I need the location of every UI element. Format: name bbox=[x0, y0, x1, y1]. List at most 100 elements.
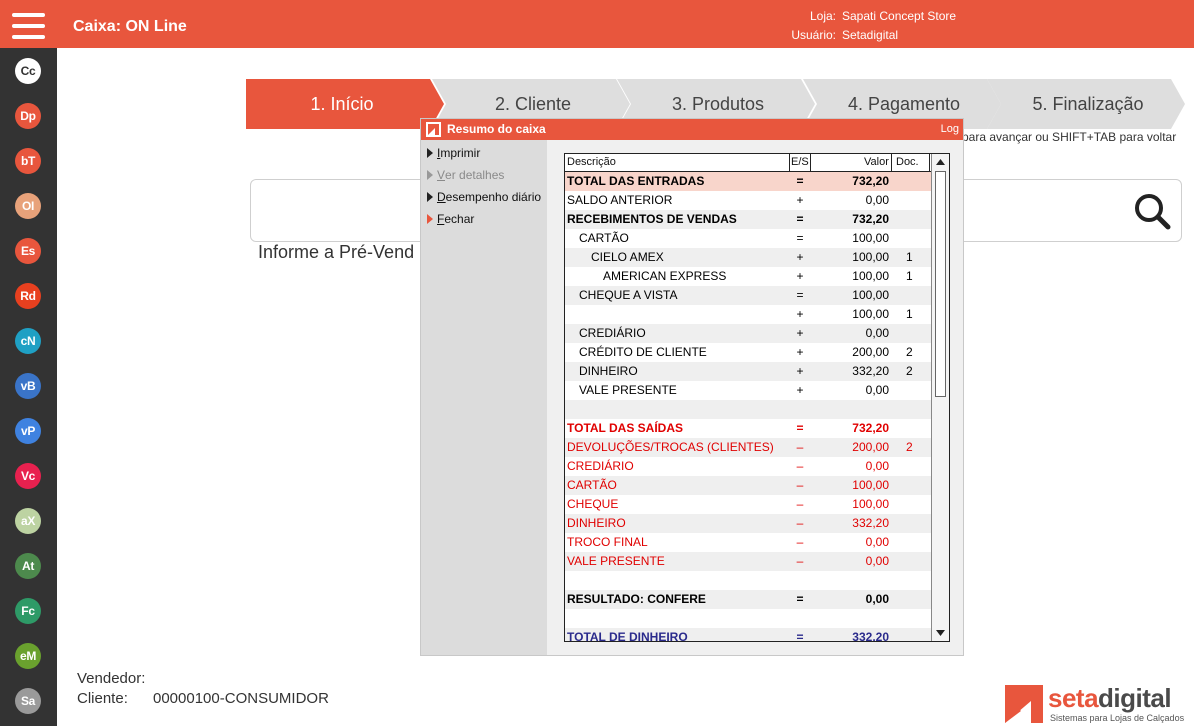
table-row[interactable]: AMERICAN EXPRESS +100,00 1 bbox=[565, 267, 931, 286]
cell-es: + bbox=[796, 193, 804, 207]
step-1[interactable]: 1. Início bbox=[246, 79, 444, 129]
step-label: 5. Finalização bbox=[1032, 93, 1144, 114]
col-es[interactable]: E/S bbox=[791, 156, 809, 168]
cell-descricao: DINHEIRO bbox=[567, 516, 626, 530]
resumo-grid[interactable]: Descrição E/S Valor Doc. TOTAL DAS ENTRA… bbox=[564, 153, 950, 642]
sidebar-button-ax[interactable]: aX bbox=[15, 508, 41, 534]
table-row[interactable]: CARTÃO = 100,00 bbox=[565, 229, 931, 248]
fechar-menu-item[interactable]: Fechar bbox=[427, 212, 474, 226]
cell-valor: 732,20 bbox=[852, 421, 889, 435]
table-row[interactable]: RECEBIMENTOS DE VENDAS = 732,20 bbox=[565, 210, 931, 229]
log-button[interactable]: Log bbox=[941, 123, 959, 135]
table-row[interactable]: TOTAL DAS SAÍDAS = 732,20 bbox=[565, 419, 931, 438]
table-row[interactable]: DEVOLUÇÕES/TROCAS (CLIENTES) – 200,00 2 bbox=[565, 438, 931, 457]
table-row[interactable] bbox=[565, 400, 931, 419]
table-row[interactable]: CARTÃO – 100,00 bbox=[565, 476, 931, 495]
step-label: 1. Início bbox=[310, 93, 374, 114]
scroll-down-icon[interactable] bbox=[932, 625, 949, 641]
col-doc[interactable]: Doc. bbox=[896, 156, 919, 168]
cell-descricao: TROCO FINAL bbox=[567, 535, 648, 549]
cell-es: + bbox=[796, 307, 804, 321]
cell-descricao: RESULTADO: CONFERE bbox=[567, 592, 706, 606]
cell-descricao: TOTAL DAS SAÍDAS bbox=[567, 421, 684, 435]
user-value: Setadigital bbox=[842, 28, 899, 42]
sidebar-button-es[interactable]: Es bbox=[15, 238, 41, 264]
sidebar-button-sa[interactable]: Sa bbox=[15, 688, 41, 714]
sidebar: Cc Dp bT OI Es Rd cN vB vP Vc aX At Fc eM Sa bbox=[0, 48, 57, 726]
sidebar-button-vp[interactable]: vP bbox=[15, 418, 41, 444]
cell-valor: 332,20 bbox=[852, 364, 889, 378]
scroll-thumb[interactable] bbox=[935, 171, 946, 397]
table-row[interactable]: CIELO AMEX +100,00 1 bbox=[565, 248, 931, 267]
cell-descricao: CARTÃO bbox=[579, 231, 629, 245]
sidebar-button-bt[interactable]: bT bbox=[15, 148, 41, 174]
cell-es: – bbox=[796, 440, 804, 454]
table-row[interactable]: VALE PRESENTE – 0,00 bbox=[565, 552, 931, 571]
sidebar-button-dp[interactable]: Dp bbox=[15, 103, 41, 129]
cell-es: = bbox=[796, 421, 804, 435]
table-row[interactable]: CHEQUE – 100,00 bbox=[565, 495, 931, 514]
step-5[interactable]: 5. Finalização bbox=[987, 79, 1185, 129]
cell-es: – bbox=[796, 497, 804, 511]
table-row[interactable] bbox=[565, 571, 931, 590]
cell-descricao: CHEQUE bbox=[567, 497, 619, 511]
logo-mark-icon bbox=[1005, 685, 1043, 723]
imprimir-menu-item[interactable]: Imprimir bbox=[427, 146, 480, 160]
cell-es: + bbox=[796, 250, 804, 264]
cell-valor: 100,00 bbox=[852, 478, 889, 492]
sidebar-button-vc[interactable]: Vc bbox=[15, 463, 41, 489]
table-row[interactable]: SALDO ANTERIOR +0,00 bbox=[565, 191, 931, 210]
dialog-title-bar[interactable]: Resumo do caixa Log bbox=[421, 119, 963, 140]
sidebar-button-fc[interactable]: Fc bbox=[15, 598, 41, 624]
cell-es: + bbox=[796, 383, 804, 397]
cell-es: = bbox=[796, 212, 804, 226]
cell-descricao: CARTÃO bbox=[567, 478, 617, 492]
table-row[interactable]: TOTAL DE DINHEIRO = 332,20 bbox=[565, 628, 931, 641]
menu-icon[interactable] bbox=[12, 13, 45, 39]
vendedor-label: Vendedor: bbox=[77, 670, 146, 687]
sidebar-button-oi[interactable]: OI bbox=[15, 193, 41, 219]
table-row[interactable]: CRÉDITO DE CLIENTE +200,00 2 bbox=[565, 343, 931, 362]
cell-valor: 100,00 bbox=[852, 231, 889, 245]
sidebar-button-cn[interactable]: cN bbox=[15, 328, 41, 354]
table-row[interactable]: +100,00 1 bbox=[565, 305, 931, 324]
desempenho-diario-menu-item[interactable]: Desempenho diário bbox=[427, 190, 541, 204]
col-descricao[interactable]: Descrição bbox=[567, 156, 616, 168]
table-row[interactable]: CHEQUE A VISTA = 100,00 bbox=[565, 286, 931, 305]
search-icon[interactable] bbox=[1133, 192, 1171, 230]
table-row[interactable]: CREDIÁRIO +0,00 bbox=[565, 324, 931, 343]
table-row[interactable]: CREDIÁRIO – 0,00 bbox=[565, 457, 931, 476]
scroll-up-icon[interactable] bbox=[932, 154, 949, 170]
step-label: 2. Cliente bbox=[494, 93, 572, 114]
logo-text: setadigital bbox=[1048, 683, 1172, 713]
ver-detalhes-menu-item[interactable]: Ver detalhes bbox=[427, 168, 504, 182]
sidebar-button-cc[interactable]: Cc bbox=[15, 58, 41, 84]
grid-scrollbar[interactable] bbox=[931, 154, 949, 641]
table-row[interactable]: TOTAL DAS ENTRADAS = 732,20 bbox=[565, 172, 931, 191]
table-row[interactable] bbox=[565, 609, 931, 628]
cell-valor: 732,20 bbox=[852, 174, 889, 188]
resumo-caixa-dialog: Resumo do caixa Log Imprimir Ver detalhe… bbox=[421, 119, 963, 655]
store-info: Loja: Sapati Concept Store Usuário: Setadi… bbox=[784, 7, 1150, 45]
cell-valor: 100,00 bbox=[852, 307, 889, 321]
store-value: Sapati Concept Store bbox=[842, 9, 957, 23]
table-row[interactable]: DINHEIRO – 332,20 bbox=[565, 514, 931, 533]
cell-doc: 1 bbox=[906, 269, 913, 283]
cell-es: + bbox=[796, 269, 804, 283]
sidebar-button-vb[interactable]: vB bbox=[15, 373, 41, 399]
sidebar-button-rd[interactable]: Rd bbox=[15, 283, 41, 309]
col-valor[interactable]: Valor bbox=[864, 156, 889, 168]
table-row[interactable]: TROCO FINAL – 0,00 bbox=[565, 533, 931, 552]
sidebar-button-at[interactable]: At bbox=[15, 553, 41, 579]
cell-es: – bbox=[796, 478, 804, 492]
arrow-right-icon bbox=[427, 170, 433, 180]
sidebar-button-em[interactable]: eM bbox=[15, 643, 41, 669]
cell-valor: 0,00 bbox=[865, 535, 889, 549]
arrow-right-icon bbox=[427, 148, 433, 158]
top-bar: Caixa: ON Line Loja: Sapati Concept Store… bbox=[0, 0, 1194, 48]
table-row[interactable]: DINHEIRO +332,20 2 bbox=[565, 362, 931, 381]
table-row[interactable]: VALE PRESENTE +0,00 bbox=[565, 381, 931, 400]
cell-es: = bbox=[796, 174, 804, 188]
table-row[interactable]: RESULTADO: CONFERE = 0,00 bbox=[565, 590, 931, 609]
setadigital-logo: setadigital Sistemas para Lojas de Calça… bbox=[1005, 683, 1184, 725]
